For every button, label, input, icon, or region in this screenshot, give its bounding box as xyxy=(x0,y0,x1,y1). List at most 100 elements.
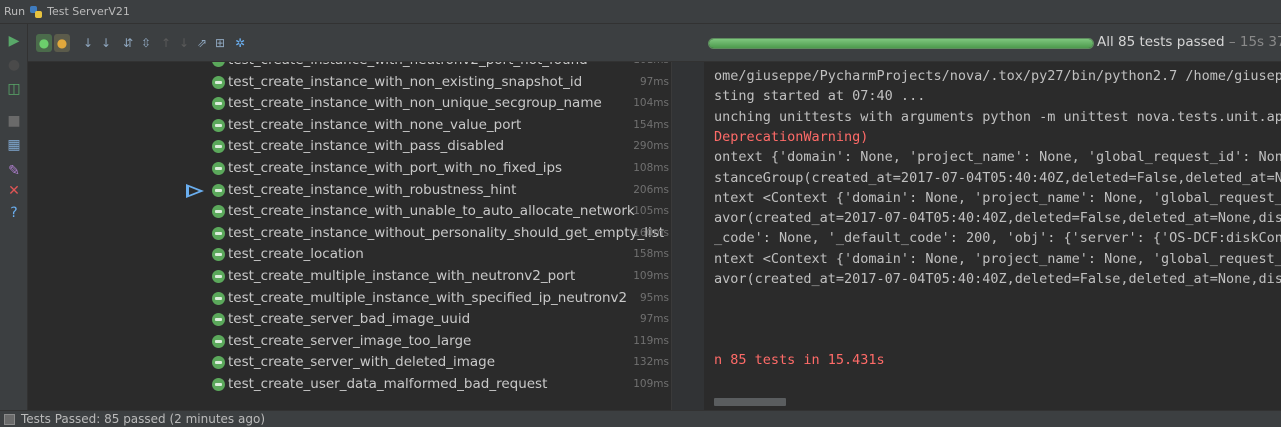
console-line: ontext {'domain': None, 'project_name': … xyxy=(714,149,1281,166)
test-passed-icon xyxy=(212,356,225,370)
test-row[interactable]: test_create_server_with_deleted_image 132… xyxy=(28,352,671,374)
test-name: test_create_server_image_too_large xyxy=(228,332,472,349)
ok-filter-icon[interactable]: ● xyxy=(36,34,52,52)
rerun-icon[interactable]: ▶ xyxy=(5,32,23,50)
ignored-filter-icon[interactable]: ● xyxy=(54,34,70,52)
test-duration: 97ms xyxy=(639,313,669,326)
test-name: test_create_instance_without_personality… xyxy=(228,224,665,241)
test-name: test_create_multiple_instance_with_neutr… xyxy=(228,268,576,284)
test-progress-bar xyxy=(708,38,1094,49)
next-failed-icon[interactable]: ↓ xyxy=(176,34,192,52)
test-row[interactable]: test_create_instance_with_non_existing_s… xyxy=(28,72,671,94)
pin-icon[interactable]: ✎ xyxy=(5,162,23,180)
test-row[interactable]: test_create_instance_with_neutronv2_port… xyxy=(28,62,671,72)
test-passed-icon xyxy=(212,62,225,67)
test-duration: 105ms xyxy=(633,205,669,218)
test-row[interactable]: test_create_user_data_malformed_bad_requ… xyxy=(28,374,671,396)
export-icon[interactable]: ⇗ xyxy=(194,34,210,52)
run-label: Run xyxy=(4,5,26,18)
test-duration: 97ms xyxy=(639,75,669,88)
test-name: test_create_location xyxy=(228,246,364,263)
console-output[interactable]: ome/giuseppe/PycharmProjects/nova/.tox/p… xyxy=(704,62,1281,410)
test-passed-icon xyxy=(212,334,225,348)
test-name: test_create_instance_with_port_with_no_f… xyxy=(228,160,563,176)
test-name: test_create_user_data_malformed_bad_requ… xyxy=(228,376,548,392)
status-message: Tests Passed: 85 passed (2 minutes ago) xyxy=(21,412,265,426)
test-name: test_create_instance_with_non_existing_s… xyxy=(228,73,583,90)
tree-scrollbar[interactable] xyxy=(671,62,704,410)
test-passed-icon xyxy=(212,291,225,305)
test-passed-icon xyxy=(212,270,225,283)
test-name: test_create_instance_with_pass_disabled xyxy=(228,138,505,155)
sort-duration-icon[interactable]: ↓ xyxy=(98,34,114,52)
test-name: test_create_multiple_instance_with_speci… xyxy=(228,289,628,306)
test-passed-icon xyxy=(212,118,225,132)
console-line: stanceGroup(created_at=2017-07-04T05:40:… xyxy=(714,169,1281,186)
test-duration: 109ms xyxy=(633,378,669,390)
console-line: sting started at 07:40 ... xyxy=(714,88,926,105)
test-duration: 101ms xyxy=(633,62,669,66)
console-line: unching unittests with arguments python … xyxy=(714,108,1281,125)
settings-gear-icon[interactable]: ✲ xyxy=(232,34,248,52)
test-results-tree[interactable]: test_create_instance_with_neutronv2_port… xyxy=(28,62,671,410)
test-name: test_create_server_with_deleted_image xyxy=(228,354,496,371)
sort-alpha-icon[interactable]: ↓ xyxy=(80,34,96,52)
test-row[interactable]: test_create_instance_with_non_unique_sec… xyxy=(28,93,671,115)
test-row[interactable]: test_create_server_image_too_large 119ms xyxy=(28,331,671,353)
test-passed-icon xyxy=(212,248,225,262)
test-row[interactable]: test_create_instance_with_pass_disabled 2… xyxy=(28,136,671,158)
summary-duration: – 15s 371ms xyxy=(1228,34,1281,50)
console-line: ntext <Context {'domain': None, 'project… xyxy=(714,250,1281,267)
expand-all-icon[interactable]: ⇵ xyxy=(120,34,136,52)
console-horizontal-scrollbar[interactable] xyxy=(714,398,786,406)
toggle-auto-test-icon[interactable]: ◫ xyxy=(5,80,23,98)
import-icon[interactable]: ⊞ xyxy=(212,34,228,52)
collapse-all-icon[interactable]: ⇳ xyxy=(138,34,154,52)
test-row[interactable]: test_create_multiple_instance_with_speci… xyxy=(28,288,671,310)
tool-window-toggle-icon[interactable] xyxy=(4,413,15,425)
test-progress-panel: All 85 tests passed – 15s 371ms xyxy=(704,24,1281,62)
test-row[interactable]: test_create_location 158ms xyxy=(28,244,671,266)
close-icon[interactable]: ✕ xyxy=(5,182,23,200)
test-duration: 119ms xyxy=(633,334,669,347)
test-tree-toolbar: ● ● ↓ ↓ ⇵ ⇳ ↑ ↓ ⇗ ⊞ ✲ xyxy=(28,24,704,62)
test-row[interactable]: test_create_multiple_instance_with_neutr… xyxy=(28,266,671,288)
test-duration: 108ms xyxy=(633,162,669,174)
test-row[interactable]: test_create_instance_with_none_value_por… xyxy=(28,115,671,137)
test-passed-icon xyxy=(212,183,225,197)
test-duration: 95ms xyxy=(639,291,669,304)
test-row[interactable]: test_create_instance_with_unable_to_auto… xyxy=(28,201,671,223)
test-passed-icon xyxy=(212,162,225,175)
test-name: test_create_instance_with_robustness_hin… xyxy=(228,181,517,198)
test-passed-icon xyxy=(212,97,225,111)
help-icon[interactable]: ? xyxy=(5,204,23,222)
console-line: n 85 tests in 15.431s xyxy=(714,352,885,369)
left-action-toolbar: ▶ ● ◫ ■ ▦ ✎ ✕? xyxy=(0,24,28,410)
test-duration: 104ms xyxy=(633,97,669,110)
test-duration: 132ms xyxy=(633,356,669,369)
test-passed-icon xyxy=(212,226,225,240)
rerun-failed-icon[interactable]: ● xyxy=(5,56,23,74)
test-row[interactable]: test_create_instance_with_port_with_no_f… xyxy=(28,158,671,180)
test-row[interactable]: test_create_instance_with_robustness_hin… xyxy=(28,180,671,202)
stop-icon[interactable]: ■ xyxy=(5,112,23,130)
test-name: test_create_instance_with_none_value_por… xyxy=(228,116,522,133)
test-passed-icon xyxy=(212,313,225,327)
test-name: test_create_instance_with_neutronv2_port… xyxy=(228,62,588,68)
run-tool-window-header: Run Test ServerV21 xyxy=(0,0,1281,24)
python-icon xyxy=(30,5,43,18)
console-line: avor(created_at=2017-07-04T05:40:40Z,del… xyxy=(714,271,1281,287)
test-passed-icon xyxy=(212,378,225,391)
test-name: test_create_instance_with_non_unique_sec… xyxy=(228,95,602,112)
console-line: ntext <Context {'domain': None, 'project… xyxy=(714,189,1281,206)
test-duration: 109ms xyxy=(633,270,669,282)
previous-failed-icon[interactable]: ↑ xyxy=(158,34,174,52)
test-summary: All 85 tests passed – 15s 371ms xyxy=(1097,34,1281,50)
ide-status-bar: Tests Passed: 85 passed (2 minutes ago) xyxy=(0,410,1281,427)
test-row[interactable]: test_create_server_bad_image_uuid 97ms xyxy=(28,309,671,331)
test-row[interactable]: test_create_instance_without_personality… xyxy=(28,223,671,245)
mouse-pointer-arrow-icon xyxy=(186,183,204,198)
layout-icon[interactable]: ▦ xyxy=(5,136,23,154)
console-line: _code': None, '_default_code': 200, 'obj… xyxy=(714,230,1281,247)
test-progress-fill xyxy=(709,39,1093,48)
